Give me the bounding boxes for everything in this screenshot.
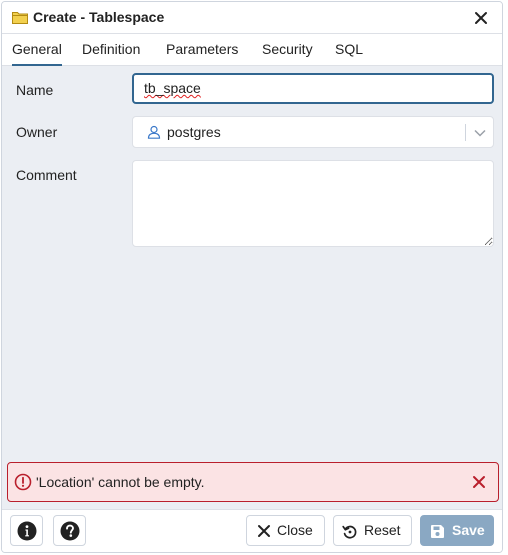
error-circle-icon — [14, 473, 32, 491]
close-icon — [258, 525, 270, 537]
dialog-titlebar[interactable]: Create - Tablespace — [2, 2, 502, 33]
name-field-value: tb_space — [144, 80, 201, 96]
folder-icon — [12, 12, 28, 24]
dialog-footer: Close Reset Save — [2, 509, 502, 552]
name-label: Name — [16, 82, 54, 98]
info-button[interactable] — [10, 515, 43, 546]
select-separator — [465, 124, 466, 141]
tab-parameters[interactable]: Parameters — [166, 34, 238, 66]
reset-button[interactable]: Reset — [333, 515, 412, 546]
general-tab-panel: Name tb_space Owner postgres Comment 'Lo… — [2, 66, 502, 509]
save-icon — [431, 525, 444, 538]
close-button-label: Close — [277, 522, 313, 538]
save-button-label: Save — [452, 522, 485, 538]
tab-general[interactable]: General — [12, 34, 62, 66]
tab-sql[interactable]: SQL — [335, 34, 363, 66]
owner-select[interactable]: postgres — [132, 116, 494, 148]
save-button[interactable]: Save — [420, 515, 494, 546]
create-tablespace-dialog: Create - Tablespace General Definition P… — [1, 1, 503, 553]
dialog-title: Create - Tablespace — [33, 9, 165, 25]
comment-label: Comment — [16, 167, 77, 183]
info-icon — [17, 521, 37, 541]
tab-definition[interactable]: Definition — [82, 34, 140, 66]
error-notification: 'Location' cannot be empty. — [7, 462, 499, 502]
name-field[interactable]: tb_space — [132, 73, 494, 104]
tab-bar: General Definition Parameters Security S… — [2, 33, 502, 66]
close-button[interactable]: Close — [246, 515, 325, 546]
comment-textarea[interactable] — [132, 160, 494, 247]
close-icon[interactable] — [473, 10, 489, 26]
reset-icon — [342, 525, 357, 539]
chevron-down-icon[interactable] — [473, 127, 487, 139]
owner-label: Owner — [16, 124, 58, 140]
help-button[interactable] — [53, 515, 86, 546]
user-icon — [147, 125, 161, 139]
dismiss-error-icon[interactable] — [472, 475, 486, 489]
error-message: 'Location' cannot be empty. — [36, 474, 205, 490]
reset-button-label: Reset — [364, 522, 401, 538]
help-icon — [60, 521, 80, 541]
tab-security[interactable]: Security — [262, 34, 313, 66]
owner-select-value: postgres — [167, 124, 221, 140]
